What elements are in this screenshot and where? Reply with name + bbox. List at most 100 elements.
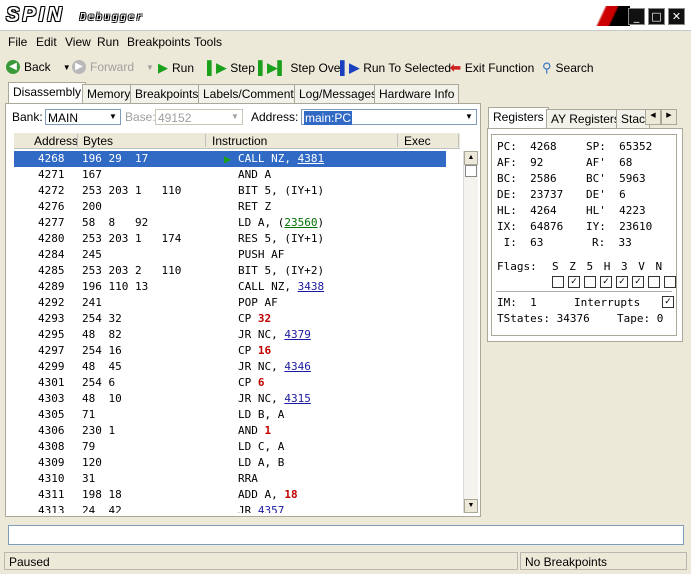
col-instruction[interactable]: Instruction: [212, 134, 267, 148]
menu-view[interactable]: View: [65, 35, 91, 49]
table-row[interactable]: 4305 71 LD B, A: [14, 407, 446, 423]
forward-dropdown-icon[interactable]: ▼: [146, 63, 154, 72]
table-row[interactable]: 4301 254 6 CP 6: [14, 375, 446, 391]
flag-checkbox[interactable]: ✓: [568, 276, 580, 288]
flag-checkbox[interactable]: [648, 276, 660, 288]
operand-link[interactable]: 4357: [258, 504, 285, 513]
search-button[interactable]: ⚲ Search: [542, 60, 594, 76]
instruction-text: CALL NZ,: [238, 152, 298, 165]
row-bytes: 254 32: [82, 312, 122, 325]
table-row[interactable]: 4313 24 42 JR 4357: [14, 503, 446, 513]
tab-right-icon[interactable]: ▶: [661, 109, 677, 125]
flag-checkbox[interactable]: [664, 276, 676, 288]
table-row[interactable]: 4280 253 203 1 174 RES 5, (IY+1): [14, 231, 446, 247]
tab-hardware-info[interactable]: Hardware Info: [374, 84, 460, 103]
table-row[interactable]: 4292 241 POP AF: [14, 295, 446, 311]
row-address: 4289: [38, 280, 65, 293]
interrupts-checkbox[interactable]: ✓: [662, 296, 674, 308]
table-row[interactable]: 4289 196 110 13 CALL NZ, 3438: [14, 279, 446, 295]
app-logo: SPIN: [6, 4, 65, 26]
scroll-up-icon[interactable]: ▲: [464, 151, 478, 165]
table-row[interactable]: 4285 253 203 2 110 BIT 5, (IY+2): [14, 263, 446, 279]
forward-button[interactable]: ▶ Forward ▼: [72, 60, 154, 74]
row-instruction: JR NC, 4315: [238, 391, 311, 407]
vertical-scrollbar[interactable]: ▲ ▼: [463, 151, 478, 513]
row-bytes: 120: [82, 456, 102, 469]
table-row[interactable]: 4311 198 18 ADD A, 18: [14, 487, 446, 503]
flag-checkbox[interactable]: ✓: [616, 276, 628, 288]
instruction-text: RES 5, (IY+1): [238, 232, 325, 245]
flag-checkbox[interactable]: ✓: [632, 276, 644, 288]
column-divider: [397, 134, 398, 147]
tab-left-icon[interactable]: ◀: [645, 109, 661, 125]
operand-link[interactable]: 4379: [284, 328, 311, 341]
table-row[interactable]: 4308 79 LD C, A: [14, 439, 446, 455]
tab-log-messages[interactable]: Log/Messages: [294, 84, 383, 103]
menu-tools[interactable]: Tools: [194, 35, 222, 49]
run-button[interactable]: ▶ Run: [158, 60, 194, 76]
table-row[interactable]: ▶ 4268 196 29 17 CALL NZ, 4381: [14, 151, 446, 167]
bank-select[interactable]: MAIN ▼: [45, 109, 121, 125]
back-dropdown-icon[interactable]: ▼: [63, 63, 71, 72]
table-row[interactable]: 4293 254 32 CP 32: [14, 311, 446, 327]
instruction-text: CP: [238, 312, 258, 325]
step-over-button[interactable]: ▌▶▌ Step Over: [258, 60, 344, 76]
row-bytes: 253 203 2 110: [82, 264, 182, 277]
col-address[interactable]: Address: [34, 134, 78, 148]
table-row[interactable]: 4277 58 8 92 LD A, (23560): [14, 215, 446, 231]
base-select[interactable]: 49152 ▼: [155, 109, 243, 125]
flag-checkbox[interactable]: [552, 276, 564, 288]
operand-link[interactable]: 3438: [298, 280, 325, 293]
col-bytes[interactable]: Bytes: [83, 134, 113, 148]
menu-edit[interactable]: Edit: [36, 35, 57, 49]
menu-run[interactable]: Run: [97, 35, 119, 49]
toolbar: ◀ Back ▼ ▶ Forward ▼ ▶ Run ▌▶ Step ▌▶▌ S…: [0, 56, 691, 80]
maximize-button[interactable]: □: [648, 8, 665, 25]
tab-memory[interactable]: Memory: [82, 84, 136, 103]
instruction-text: JR NC,: [238, 392, 285, 405]
table-row[interactable]: 4297 254 16 CP 16: [14, 343, 446, 359]
close-button[interactable]: ✕: [668, 8, 685, 25]
column-divider: [77, 134, 78, 147]
instruction-text: PUSH AF: [238, 248, 285, 261]
row-address: 4285: [38, 264, 65, 277]
base-label: Base:: [125, 110, 156, 124]
table-row[interactable]: 4309 120 LD A, B: [14, 455, 446, 471]
flag-checkbox[interactable]: [584, 276, 596, 288]
scroll-down-icon[interactable]: ▼: [464, 499, 478, 513]
table-row[interactable]: 4303 48 10 JR NC, 4315: [14, 391, 446, 407]
exit-function-button[interactable]: ⬅ Exit Function: [450, 60, 534, 76]
row-instruction: POP AF: [238, 295, 278, 311]
tab-disassembly[interactable]: Disassembly: [8, 82, 87, 104]
flag-checkbox[interactable]: ✓: [600, 276, 612, 288]
table-row[interactable]: 4272 253 203 1 110 BIT 5, (IY+1): [14, 183, 446, 199]
menu-breakpoints[interactable]: Breakpoints: [127, 35, 190, 49]
operand-link[interactable]: 4381: [298, 152, 325, 165]
operand-link[interactable]: 4315: [284, 392, 311, 405]
scroll-thumb[interactable]: [465, 165, 477, 177]
step-button[interactable]: ▌▶ Step: [207, 60, 255, 76]
table-row[interactable]: 4310 31 RRA: [14, 471, 446, 487]
disassembly-list[interactable]: ▶ 4268 196 29 17 CALL NZ, 4381 4271 167 AND A4…: [14, 151, 446, 513]
reg-iy: IY: 23610: [586, 220, 653, 233]
table-row[interactable]: 4306 230 1 AND 1: [14, 423, 446, 439]
operand-link[interactable]: 23560: [284, 216, 317, 229]
back-button[interactable]: ◀ Back ▼: [6, 60, 71, 74]
menu-file[interactable]: File: [8, 35, 27, 49]
table-row[interactable]: 4299 48 45 JR NC, 4346: [14, 359, 446, 375]
col-exec[interactable]: Exec: [404, 134, 431, 148]
row-address: 4305: [38, 408, 65, 421]
operand-link[interactable]: 4346: [284, 360, 311, 373]
tab-ay-registers[interactable]: AY Registers: [546, 109, 625, 128]
table-row[interactable]: 4284 245 PUSH AF: [14, 247, 446, 263]
command-input[interactable]: [8, 525, 684, 545]
table-row[interactable]: 4295 48 82 JR NC, 4379: [14, 327, 446, 343]
table-row[interactable]: 4271 167 AND A: [14, 167, 446, 183]
tab-breakpoints[interactable]: Breakpoints: [130, 84, 204, 103]
run-to-selected-button[interactable]: ▌▶ Run To Selected: [340, 60, 451, 76]
minimize-button[interactable]: _: [628, 8, 645, 25]
tab-registers[interactable]: Registers: [488, 107, 549, 129]
tab-labels-comments[interactable]: Labels/Comments: [198, 84, 305, 103]
address-combo[interactable]: main:PC ▼: [301, 109, 477, 125]
table-row[interactable]: 4276 200 RET Z: [14, 199, 446, 215]
